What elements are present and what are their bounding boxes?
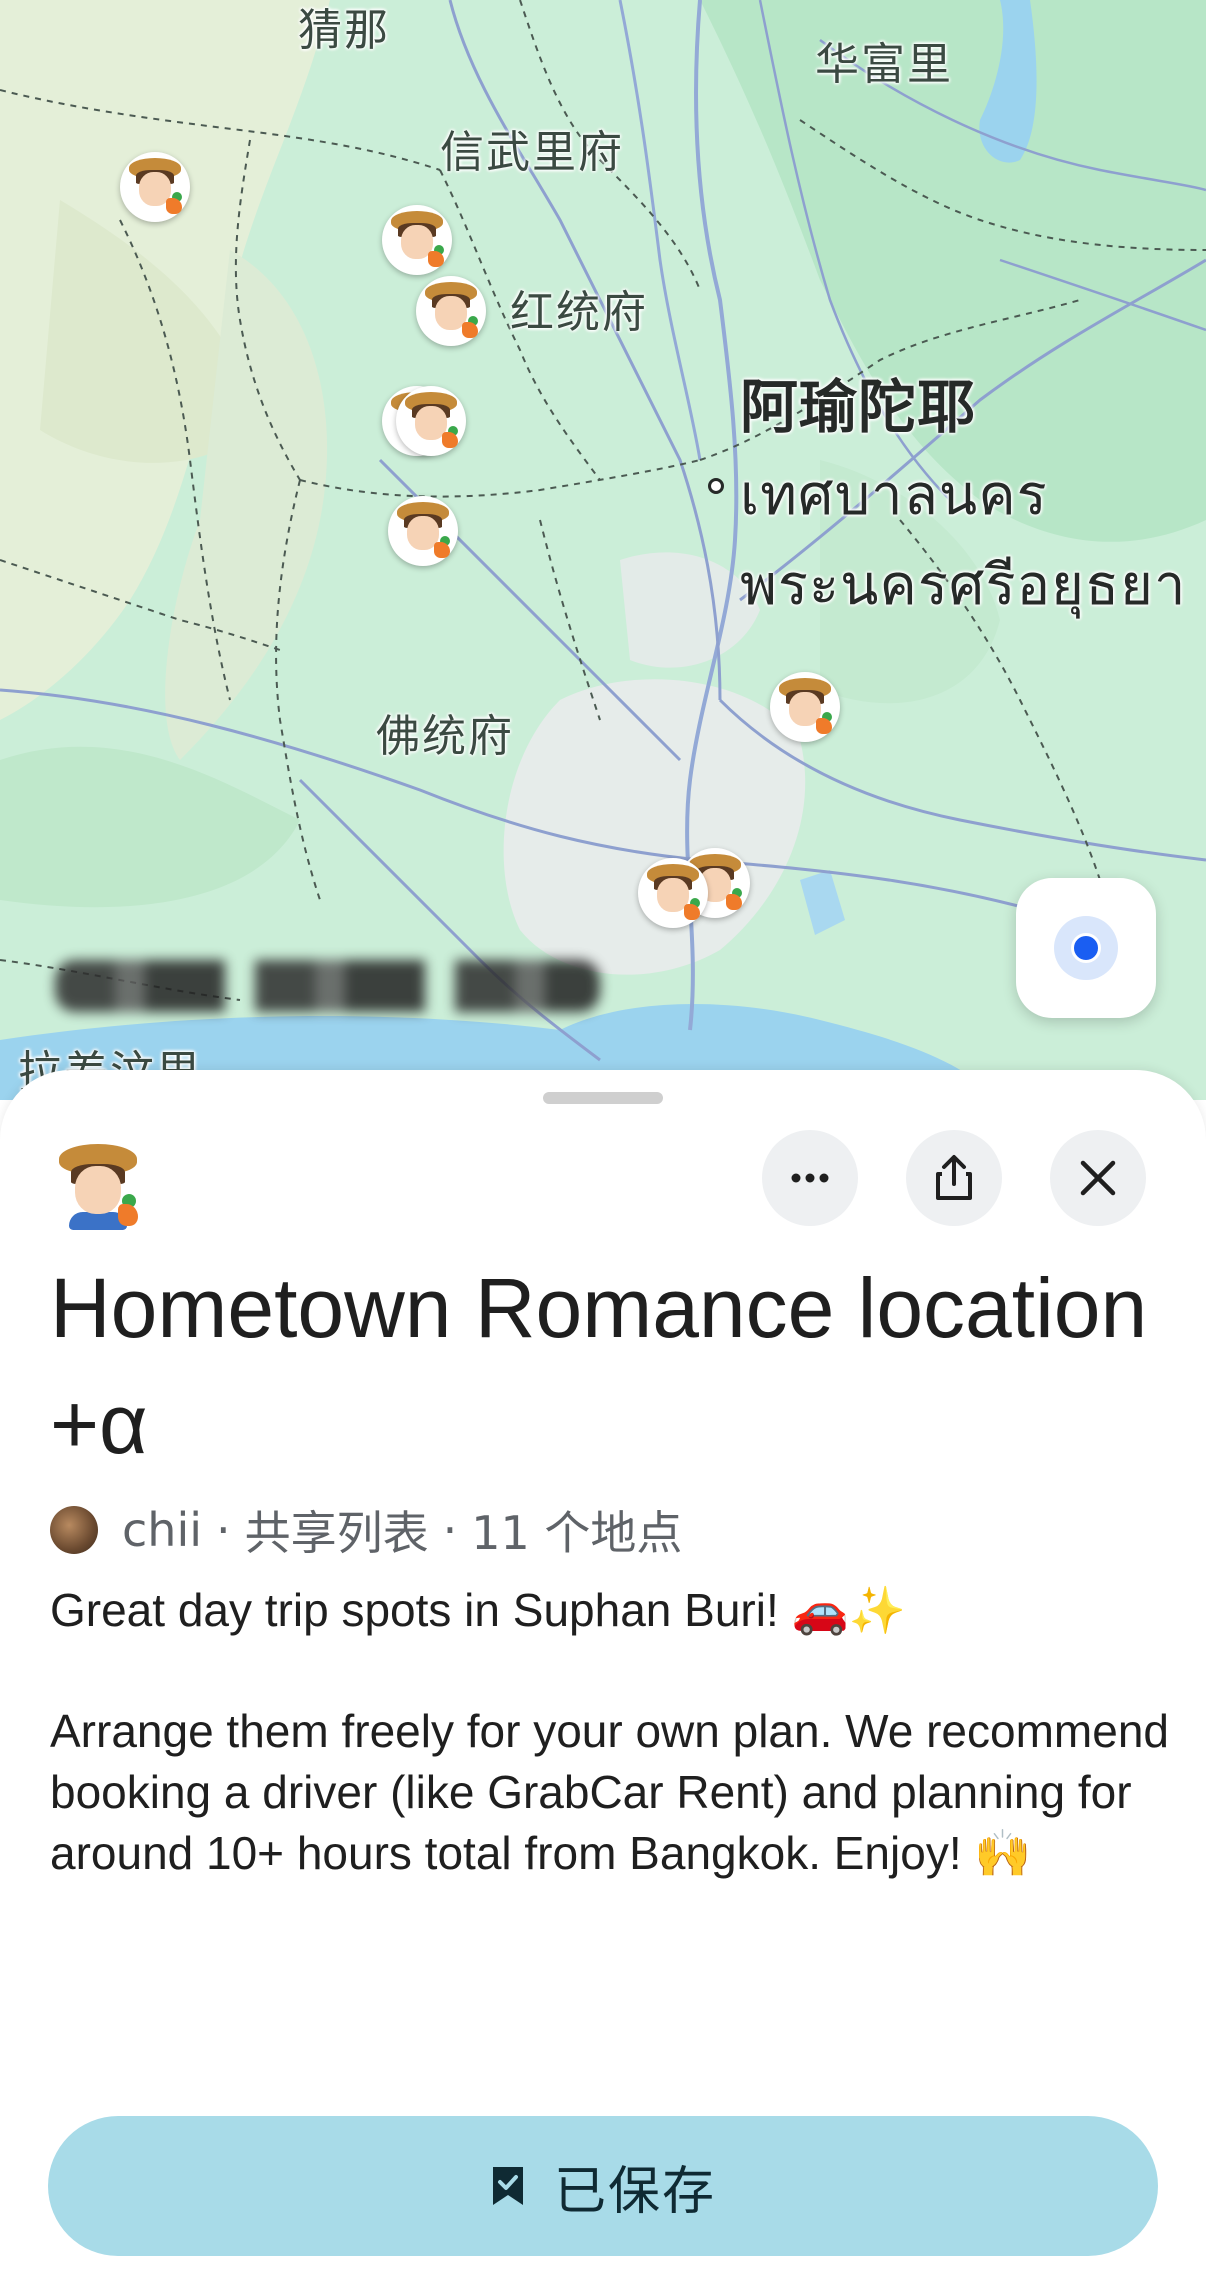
map-label-thai-line2: พระนครศรีอยุธยา xyxy=(740,553,1187,618)
map-label-ayutthaya: 阿瑜陀耶 xyxy=(740,373,977,441)
map-pin-farmer-icon[interactable] xyxy=(388,496,458,566)
more-icon xyxy=(791,1173,829,1183)
list-description: Great day trip spots in Suphan Buri! 🚗✨ … xyxy=(50,1580,1170,1884)
map[interactable]: 猜那 华富里 信武里府 红统府 阿瑜陀耶 เทศบาลนคร พระนครศรี… xyxy=(0,0,1206,1100)
meta-separator: · xyxy=(216,1503,231,1557)
location-halo xyxy=(1054,916,1118,980)
my-location-button[interactable] xyxy=(1016,878,1156,1018)
bookmark-saved-icon xyxy=(492,2167,523,2205)
saved-button-label: 已保存 xyxy=(553,2161,716,2222)
meta-separator: · xyxy=(442,1503,458,1557)
location-dot-icon xyxy=(1071,933,1101,963)
map-label-singburi: 信武里府 xyxy=(440,127,624,178)
list-meta: chii · 共享列表 · 11 个地点 xyxy=(50,1502,682,1560)
list-detail-sheet: Hometown Romance location +α chii · 共享列表… xyxy=(0,1070,1206,2286)
map-pin-farmer-icon[interactable] xyxy=(638,858,708,928)
share-icon xyxy=(936,1155,972,1200)
list-emoji-farmer-icon xyxy=(52,1138,144,1230)
map-pin-farmer-icon[interactable] xyxy=(770,672,840,742)
map-label-angthong: 红统府 xyxy=(510,287,648,338)
map-pin-farmer-icon[interactable] xyxy=(382,205,452,275)
drag-handle[interactable] xyxy=(543,1092,663,1104)
close-button[interactable] xyxy=(1050,1130,1146,1226)
author-name[interactable]: chii xyxy=(122,1503,202,1557)
saved-button[interactable]: 已保存 xyxy=(48,2116,1158,2256)
author-avatar[interactable] xyxy=(50,1506,98,1554)
description-line-1: Great day trip spots in Suphan Buri! 🚗✨ xyxy=(50,1584,907,1636)
map-label-prachinburi: 华富里 xyxy=(815,39,953,90)
map-label-nakhonpathom: 佛统府 xyxy=(376,711,514,762)
map-pin-farmer-icon[interactable] xyxy=(120,152,190,222)
map-label-thai-line1: เทศบาลนคร xyxy=(740,463,1048,528)
map-pin-farmer-icon[interactable] xyxy=(416,276,486,346)
more-options-button[interactable] xyxy=(762,1130,858,1226)
share-button[interactable] xyxy=(906,1130,1002,1226)
list-title: Hometown Romance location +α xyxy=(50,1261,1148,1471)
close-icon xyxy=(1080,1160,1116,1196)
redacted-map-label xyxy=(55,960,600,1012)
description-line-2: Arrange them freely for your own plan. W… xyxy=(50,1705,1169,1879)
place-count: 11 个地点 xyxy=(471,1506,683,1560)
map-pin-farmer-icon[interactable] xyxy=(396,386,466,456)
map-label-chainat: 猜那 xyxy=(298,5,390,56)
list-type: 共享列表 xyxy=(244,1506,429,1560)
city-dot-icon xyxy=(708,478,724,494)
screen: 猜那 华富里 信武里府 红统府 阿瑜陀耶 เทศบาลนคร พระนครศรี… xyxy=(0,0,1206,2286)
